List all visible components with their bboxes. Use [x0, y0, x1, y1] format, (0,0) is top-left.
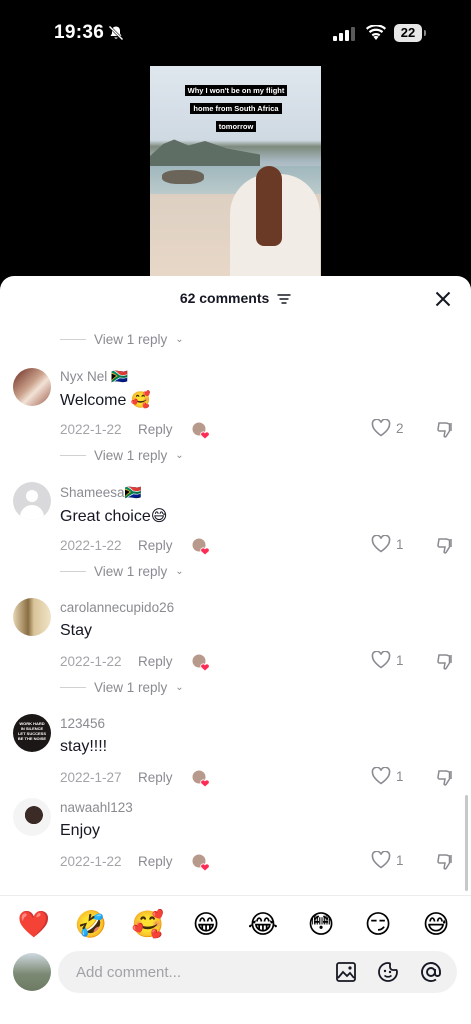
- comment-text: stay!!!!: [60, 738, 108, 755]
- bell-slash-icon: [108, 25, 124, 41]
- creator-liked-icon: [191, 653, 210, 672]
- heart-outline-icon: [371, 767, 391, 785]
- comment-username[interactable]: Nyx Nel 🇿🇦: [60, 369, 128, 385]
- creator-liked-icon: [191, 853, 210, 872]
- image-icon[interactable]: [335, 961, 357, 983]
- comment-text: Enjoy: [60, 822, 101, 839]
- emoji-hearts-face-button[interactable]: 🥰: [128, 904, 168, 944]
- reply-button[interactable]: Reply: [138, 654, 173, 669]
- comment-input-row: Add comment...: [0, 948, 471, 1024]
- dislike-icon[interactable]: [436, 769, 454, 787]
- chevron-down-icon: ⌄: [175, 682, 184, 693]
- like-button[interactable]: 1: [371, 851, 404, 869]
- creator-liked-icon: [191, 537, 210, 556]
- filter-icon[interactable]: [277, 293, 291, 305]
- like-count: 1: [396, 768, 404, 784]
- comment-text: Welcome 🥰: [60, 392, 151, 409]
- emoji-rofl-button[interactable]: 🤣: [71, 904, 111, 944]
- video-preview[interactable]: Why I won't be on my flight home from So…: [150, 66, 321, 278]
- comment-username[interactable]: 123456: [60, 716, 105, 731]
- heart-outline-icon: [371, 535, 391, 553]
- status-time: 19:36: [54, 22, 105, 43]
- view-replies-label: View 1 reply: [94, 332, 168, 347]
- view-replies-label: View 1 reply: [94, 448, 168, 463]
- emoji-bar: ❤️ 🤣 🥰 😁 😂 😳 😏 😅: [0, 895, 471, 948]
- heart-outline-icon: [371, 419, 391, 437]
- video-mountains: [150, 139, 260, 168]
- video-caption-line: tomorrow: [215, 121, 257, 132]
- video-caption-line: Why I won't be on my flight: [184, 85, 288, 96]
- avatar[interactable]: [13, 482, 51, 520]
- sheet-header: 62 comments: [0, 276, 471, 320]
- chevron-down-icon: ⌄: [175, 334, 184, 345]
- like-button[interactable]: 2: [371, 419, 404, 437]
- avatar-text: WORK HARD IN SILENCE LET SUCCESS BE THE …: [17, 721, 47, 741]
- comment-date: 2022-1-22: [60, 854, 122, 869]
- comment-date: 2022-1-27: [60, 770, 122, 785]
- dislike-icon[interactable]: [436, 653, 454, 671]
- heart-outline-icon: [371, 651, 391, 669]
- wifi-icon: [366, 25, 386, 40]
- like-button[interactable]: 1: [371, 535, 404, 553]
- like-count: 1: [396, 536, 404, 552]
- signal-icon: [333, 27, 355, 41]
- mention-icon[interactable]: [420, 961, 442, 983]
- reply-button[interactable]: Reply: [138, 422, 173, 437]
- comment-input-placeholder: Add comment...: [76, 964, 182, 981]
- close-icon[interactable]: [435, 291, 451, 307]
- dislike-icon[interactable]: [436, 853, 454, 871]
- like-count: 2: [396, 420, 404, 436]
- heart-outline-icon: [371, 851, 391, 869]
- comment-text: Stay: [60, 622, 93, 639]
- dislike-icon[interactable]: [436, 537, 454, 555]
- view-replies-button[interactable]: View 1 reply ⌄: [60, 332, 184, 347]
- chevron-down-icon: ⌄: [175, 566, 184, 577]
- battery-indicator: 22: [394, 24, 426, 42]
- avatar[interactable]: [13, 368, 51, 406]
- comments-scrollbar[interactable]: [465, 795, 468, 891]
- comment-username[interactable]: Shameesa🇿🇦: [60, 485, 141, 501]
- like-button[interactable]: 1: [371, 767, 404, 785]
- comment-username[interactable]: carolannecupido26: [60, 600, 174, 615]
- emoji-smirk-button[interactable]: 😏: [358, 904, 398, 944]
- video-rocks: [162, 170, 204, 184]
- comments-title[interactable]: 62 comments: [0, 290, 471, 306]
- status-bar: 19:36 22: [0, 0, 471, 62]
- emoji-joy-button[interactable]: 😂: [243, 904, 283, 944]
- avatar[interactable]: [13, 598, 51, 636]
- like-button[interactable]: 1: [371, 651, 404, 669]
- video-caption-line: home from South Africa: [190, 103, 282, 114]
- view-replies-button[interactable]: View 1 reply ⌄: [60, 564, 184, 579]
- comment-text: Great choice😅: [60, 508, 168, 525]
- reply-button[interactable]: Reply: [138, 854, 173, 869]
- comment-date: 2022-1-22: [60, 654, 122, 669]
- creator-liked-icon: [191, 769, 210, 788]
- comments-count: 62 comments: [179, 290, 270, 306]
- reply-button[interactable]: Reply: [138, 538, 173, 553]
- video-person-hair: [256, 166, 282, 246]
- avatar[interactable]: [13, 798, 51, 836]
- view-replies-button[interactable]: View 1 reply ⌄: [60, 680, 184, 695]
- avatar[interactable]: [13, 953, 51, 991]
- like-count: 1: [396, 652, 404, 668]
- dislike-icon[interactable]: [436, 421, 454, 439]
- emoji-flushed-button[interactable]: 😳: [301, 904, 341, 944]
- reply-button[interactable]: Reply: [138, 770, 173, 785]
- comment-date: 2022-1-22: [60, 422, 122, 437]
- comment-input[interactable]: Add comment...: [58, 951, 457, 993]
- like-count: 1: [396, 852, 404, 868]
- view-replies-button[interactable]: View 1 reply ⌄: [60, 448, 184, 463]
- creator-liked-icon: [191, 421, 210, 440]
- chevron-down-icon: ⌄: [175, 450, 184, 461]
- comment-username[interactable]: nawaahl123: [60, 800, 133, 815]
- view-replies-label: View 1 reply: [94, 564, 168, 579]
- view-replies-label: View 1 reply: [94, 680, 168, 695]
- comment-date: 2022-1-22: [60, 538, 122, 553]
- emoji-sweat-smile-button[interactable]: 😅: [416, 904, 456, 944]
- avatar[interactable]: WORK HARD IN SILENCE LET SUCCESS BE THE …: [13, 714, 51, 752]
- sticker-icon[interactable]: [377, 961, 399, 983]
- video-caption: Why I won't be on my flight home from So…: [162, 80, 310, 134]
- emoji-grin-button[interactable]: 😁: [186, 904, 226, 944]
- emoji-heart-button[interactable]: ❤️: [14, 904, 54, 944]
